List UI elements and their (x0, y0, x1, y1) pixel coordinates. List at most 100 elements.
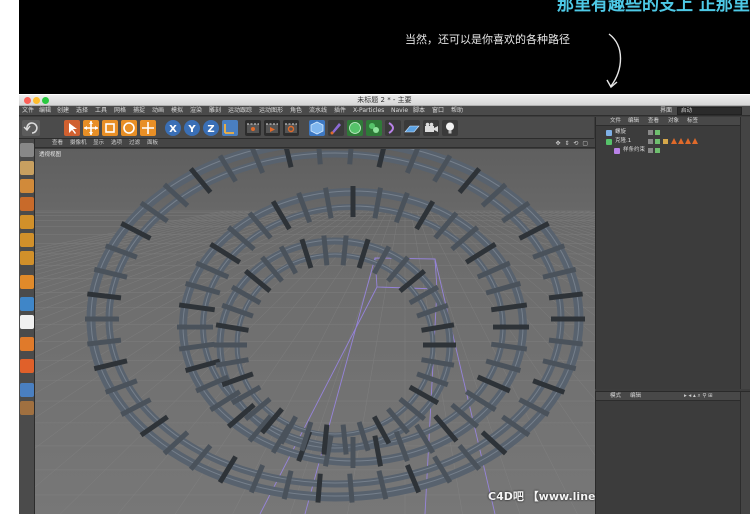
render-to-picture-viewer-icon[interactable] (264, 120, 280, 136)
menu-select[interactable]: 选择 (76, 106, 88, 116)
object-name: 克隆.1 (615, 138, 632, 144)
object-row-spline-wrap[interactable]: 样条约束 (596, 146, 750, 155)
menu-render[interactable]: 渲染 (190, 106, 202, 116)
coordinate-system-icon[interactable] (222, 120, 238, 136)
deformer-icon[interactable] (385, 120, 401, 136)
menu-simulate[interactable]: 模拟 (171, 106, 183, 116)
make-editable-icon[interactable] (20, 143, 34, 157)
pen-spline-icon[interactable] (328, 120, 344, 136)
menu-script[interactable]: 脚本 (413, 106, 425, 116)
helix-icon (606, 130, 612, 136)
perspective-viewport[interactable]: 透视视图 C4D吧 【www.linecg.com/tieba/1799】 (35, 149, 595, 514)
svg-text:X: X (169, 124, 177, 135)
render-view-icon[interactable] (245, 120, 261, 136)
workplane-icon[interactable] (20, 197, 34, 211)
attribute-manager-tabs: 模式 编辑 ▸ ◂ ▴ ⌕ ⚲ ⊞ (596, 392, 750, 401)
menu-mograph[interactable]: 运动图形 (259, 106, 283, 116)
object-row-helix[interactable]: 螺旋 (596, 128, 750, 137)
menu-pipeline[interactable]: 流水线 (309, 106, 327, 116)
layer-icon[interactable] (648, 148, 653, 153)
menu-navie[interactable]: Navie (391, 106, 408, 116)
am-nav-icons[interactable]: ▸ ◂ ▴ ⌕ ⚲ ⊞ (684, 392, 713, 401)
z-axis-lock-icon[interactable]: Z (203, 120, 219, 136)
menu-help[interactable]: 帮助 (451, 106, 463, 116)
material-tag-icon[interactable] (685, 138, 691, 144)
viewport-menu-panel[interactable]: 面板 (147, 139, 158, 148)
x-axis-lock-icon[interactable]: X (165, 120, 181, 136)
om-menu-objects[interactable]: 对象 (668, 117, 679, 126)
live-select-icon[interactable] (64, 120, 80, 136)
cloner-icon[interactable] (366, 120, 382, 136)
viewport-menu-cameras[interactable]: 摄像机 (70, 139, 87, 148)
scene-render: 透视视图 (35, 149, 595, 514)
render-settings-icon[interactable] (283, 120, 299, 136)
lock-workplane-icon[interactable] (20, 383, 34, 397)
texture-mode-icon[interactable] (20, 179, 34, 193)
menu-plugins[interactable]: 插件 (334, 106, 346, 116)
y-axis-lock-icon[interactable]: Y (184, 120, 200, 136)
material-tag-icon[interactable] (692, 138, 698, 144)
magnet-icon[interactable] (20, 359, 34, 373)
floor-object-icon[interactable] (404, 120, 420, 136)
rotate-tool-icon[interactable] (121, 120, 137, 136)
material-tag-icon[interactable] (671, 138, 677, 144)
object-name: 螺旋 (615, 129, 627, 135)
menu-x-particles[interactable]: X-Particles (353, 106, 384, 116)
transform-tool-icon[interactable] (140, 120, 156, 136)
texture-axis-icon[interactable] (20, 401, 34, 415)
am-menu-edit[interactable]: 编辑 (630, 392, 641, 401)
edges-mode-icon[interactable] (20, 233, 34, 247)
axis-mode-icon[interactable] (20, 275, 34, 289)
material-tag-icon[interactable] (678, 138, 684, 144)
menu-tools[interactable]: 工具 (95, 106, 107, 116)
camera-object-icon[interactable] (423, 120, 439, 136)
checker-tag-icon[interactable] (663, 139, 668, 144)
am-menu-mode[interactable]: 模式 (610, 392, 621, 401)
menu-sculpt[interactable]: 雕刻 (209, 106, 221, 116)
om-menu-view[interactable]: 查看 (648, 117, 659, 126)
attribute-manager-side-tabs[interactable] (740, 392, 750, 514)
scale-tool-icon[interactable] (102, 120, 118, 136)
menu-create[interactable]: 创建 (57, 106, 69, 116)
menu-snap[interactable]: 捕捉 (133, 106, 145, 116)
object-manager: 文件 编辑 查看 对象 标签 螺旋 克隆.1 样条约束 (595, 117, 750, 389)
layer-icon[interactable] (648, 139, 653, 144)
viewport-menu-view[interactable]: 查看 (52, 139, 63, 148)
spline-wrap-icon (614, 148, 620, 154)
menu-file[interactable]: 文件 (22, 106, 34, 116)
menu-mesh[interactable]: 网格 (114, 106, 126, 116)
om-menu-file[interactable]: 文件 (610, 117, 621, 126)
object-row-cloner[interactable]: 克隆.1 (596, 137, 750, 146)
menu-edit[interactable]: 编辑 (39, 106, 51, 116)
tweak-mode-icon[interactable] (20, 297, 34, 311)
visibility-check-icon[interactable] (655, 148, 660, 153)
window-title: 未标题 2 * - 主要 (357, 96, 412, 104)
visibility-check-icon[interactable] (655, 130, 660, 135)
subdivision-surface-icon[interactable] (347, 120, 363, 136)
menu-window[interactable]: 窗口 (432, 106, 444, 116)
undo-button[interactable] (22, 120, 40, 136)
snap-icon[interactable] (20, 315, 34, 329)
layout-select[interactable]: 启动 (677, 107, 742, 115)
quantize-icon[interactable] (20, 337, 34, 351)
menu-motion-tracking[interactable]: 运动跟踪 (228, 106, 252, 116)
visibility-check-icon[interactable] (655, 139, 660, 144)
viewport-nav-icons[interactable]: ✥ ⇕ ⟲ ▢ (556, 139, 589, 148)
menu-animate[interactable]: 动画 (152, 106, 164, 116)
polygons-mode-icon[interactable] (20, 251, 34, 265)
attribute-manager: 模式 编辑 ▸ ◂ ▴ ⌕ ⚲ ⊞ (595, 391, 750, 514)
model-mode-icon[interactable] (20, 161, 34, 175)
layer-icon[interactable] (648, 130, 653, 135)
viewport-menu-display[interactable]: 显示 (93, 139, 104, 148)
om-menu-edit[interactable]: 编辑 (628, 117, 639, 126)
cube-object-icon[interactable] (309, 120, 325, 136)
move-tool-icon[interactable] (83, 120, 99, 136)
viewport-menu-options[interactable]: 选项 (111, 139, 122, 148)
viewport-menu-filter[interactable]: 过滤 (129, 139, 140, 148)
light-object-icon[interactable] (442, 120, 458, 136)
menu-character[interactable]: 角色 (290, 106, 302, 116)
points-mode-icon[interactable] (20, 215, 34, 229)
object-name: 样条约束 (623, 147, 646, 153)
object-manager-side-tabs[interactable] (740, 117, 750, 389)
om-menu-tags[interactable]: 标签 (687, 117, 698, 126)
